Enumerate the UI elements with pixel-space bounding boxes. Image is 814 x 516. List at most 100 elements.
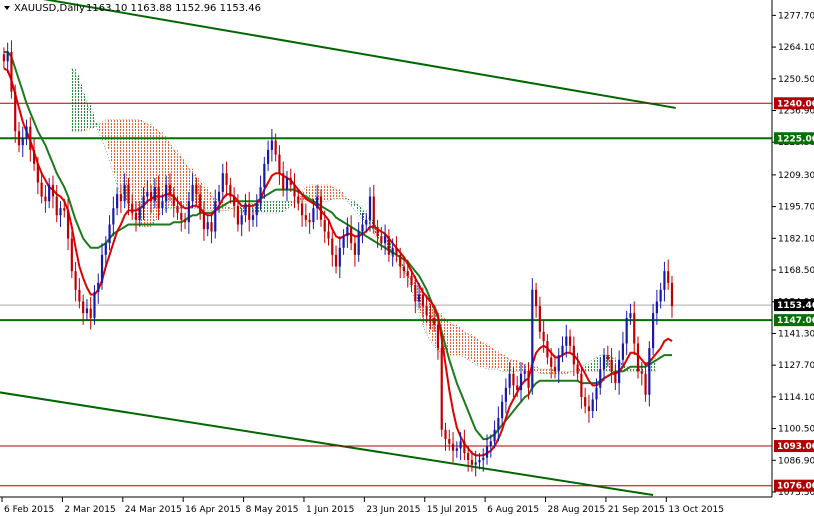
candle-body (176, 205, 179, 213)
x-tick-label: 1 Jun 2015 (306, 505, 354, 515)
y-tick-label: 1195.70 (778, 203, 814, 213)
candle-body (134, 212, 138, 220)
cloud-segment (132, 119, 137, 216)
candle-body (304, 215, 307, 220)
cloud-segment (275, 201, 280, 213)
y-tick-label: 1141.30 (778, 329, 814, 339)
candle-body (282, 173, 285, 190)
candle-body (316, 196, 319, 209)
candle-body (255, 203, 258, 216)
candle-body (202, 212, 206, 230)
cloud-segment (86, 103, 91, 129)
ohlc-values: 1163.10 1163.88 1152.96 1153.46 (86, 3, 261, 14)
candle-body (191, 184, 194, 202)
candle-body (361, 224, 364, 232)
symbol-label: XAUUSD,Daily (14, 3, 85, 14)
candle-body (565, 336, 568, 346)
x-tick-label: 2 Mar 2015 (64, 505, 115, 515)
candle-body (425, 306, 428, 316)
cloud-segment (468, 334, 473, 360)
candle-body (440, 348, 443, 430)
candle-body (236, 205, 240, 225)
candle-body (357, 231, 360, 255)
cloud-segment (471, 336, 476, 363)
candle-body (221, 173, 224, 192)
candle-body (55, 196, 58, 216)
candlestick-chart: 1277.701264.101250.501236.901223.301209.… (0, 0, 814, 516)
cloud-segment (113, 119, 118, 174)
cloud-segment (453, 324, 458, 356)
cloud-segment (279, 201, 284, 213)
candle-body (455, 448, 458, 451)
candle-body (6, 51, 9, 62)
candle-body (587, 406, 591, 412)
candle-body (229, 184, 232, 197)
cloud-segment (487, 345, 491, 370)
candle-body (640, 371, 643, 374)
candle-body (670, 282, 674, 307)
candle-body (599, 369, 602, 388)
x-tick-label: 23 Jun 2015 (366, 505, 420, 515)
x-tick-label: 28 Aug 2015 (548, 505, 606, 515)
candle-body (66, 210, 70, 239)
cloud-segment (483, 343, 488, 367)
candle-body (248, 203, 251, 220)
candle-body (667, 271, 670, 283)
candle-body (497, 418, 500, 430)
candle-body (300, 203, 304, 216)
candle-body (421, 294, 424, 307)
y-tick-label: 1086.90 (778, 456, 814, 466)
y-tick-label: 1114.10 (778, 393, 814, 403)
candle-body (655, 301, 658, 314)
candle-body (263, 163, 266, 188)
cloud-segment (585, 364, 590, 372)
candle-body (48, 184, 51, 202)
candle-body (365, 219, 368, 225)
candle-body (119, 194, 122, 202)
candle-body (206, 222, 209, 230)
candle-body (63, 208, 66, 211)
cloud-segment (203, 187, 208, 211)
candle-body (368, 196, 372, 220)
y-tick-label: 1209.30 (778, 171, 814, 181)
candle-body (10, 51, 13, 92)
candle-body (561, 345, 564, 356)
candle-body (550, 357, 553, 367)
cloud-segment (494, 350, 499, 370)
candle-body (376, 226, 379, 237)
chart-background (0, 0, 814, 516)
candle-body (297, 196, 300, 204)
level-price-label: 1240.00 (777, 99, 814, 109)
x-tick-label: 6 Feb 2015 (4, 505, 54, 515)
candle-body (25, 126, 28, 139)
cloud-segment (332, 187, 337, 199)
candle-body (606, 355, 609, 360)
y-tick-label: 1100.50 (778, 425, 814, 435)
candle-body (233, 196, 236, 206)
candle-body (267, 149, 270, 164)
candle-body (531, 289, 534, 388)
candle-body (29, 126, 32, 150)
candle-body (553, 366, 557, 372)
candle-body (350, 226, 353, 244)
cloud-segment (475, 338, 480, 365)
cloud-segment (456, 327, 461, 356)
cloud-segment (271, 201, 276, 213)
candle-body (187, 201, 190, 223)
cloud-segment (449, 322, 454, 356)
candle-body (44, 196, 47, 202)
x-tick-label: 16 Apr 2015 (185, 505, 241, 515)
candle-body (327, 231, 330, 239)
candle-body (580, 373, 583, 398)
candle-body (417, 294, 421, 302)
cloud-segment (94, 121, 99, 127)
y-tick-label: 1277.70 (778, 11, 814, 21)
x-tick-label: 8 May 2015 (246, 505, 299, 515)
candle-body (516, 385, 519, 391)
x-tick-label: 24 Mar 2015 (125, 505, 182, 515)
candle-body (625, 317, 628, 344)
candle-body (334, 254, 338, 267)
candle-body (338, 247, 341, 267)
cloud-segment (543, 369, 548, 374)
cloud-segment (502, 355, 507, 372)
